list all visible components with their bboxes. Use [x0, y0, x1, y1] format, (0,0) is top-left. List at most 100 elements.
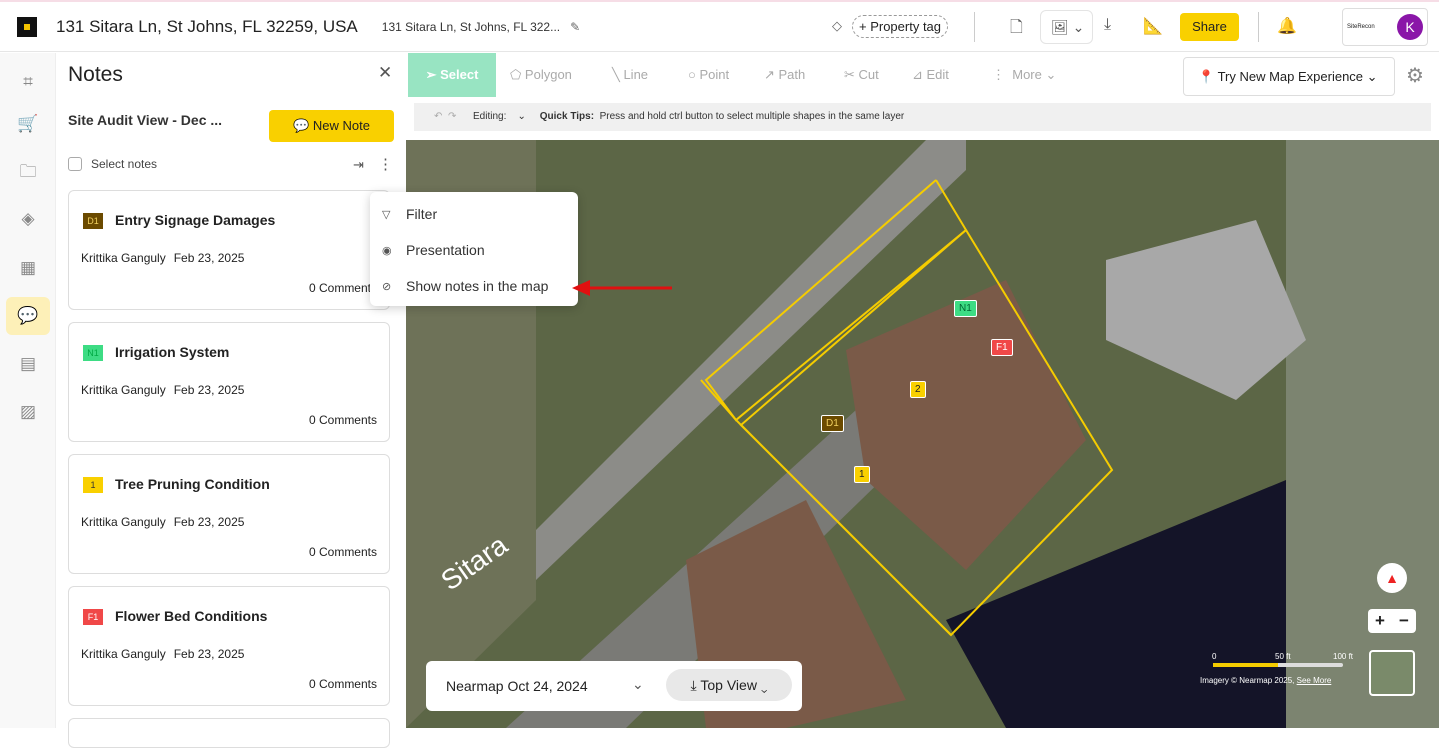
map-marker[interactable]: D1	[821, 415, 844, 432]
notes-icon[interactable]: 💬	[6, 297, 50, 335]
note-title: Entry Signage Damages	[115, 212, 276, 228]
note-card[interactable]: D1 Entry Signage Damages Krittika Gangul…	[68, 190, 390, 310]
editing-dropdown[interactable]: Editing:	[473, 111, 506, 122]
gallery-icon[interactable]: ▨	[6, 393, 50, 431]
brand-logo: SiteRecon	[1347, 24, 1375, 30]
checkbox[interactable]	[68, 157, 82, 171]
more-vertical-icon[interactable]: ⋮	[378, 155, 393, 173]
scale-label: 50 ft	[1275, 652, 1291, 661]
divider	[974, 12, 975, 42]
note-date: Feb 23, 2025	[173, 515, 245, 529]
tool-polygon[interactable]: ⬠ Polygon	[510, 53, 572, 97]
property-tag-button[interactable]: + Property tag	[852, 15, 949, 38]
tool-more[interactable]: ⋮ More ⌄	[992, 53, 1056, 97]
tool-label: Line	[623, 67, 649, 82]
tool-label: Cut	[858, 67, 879, 82]
top-view-button[interactable]: ⤓ Top View ⌄	[666, 669, 792, 701]
note-author: Krittika Ganguly	[81, 251, 166, 265]
note-badge: D1	[83, 213, 103, 229]
document-icon[interactable]: 🗋	[1010, 16, 1023, 43]
zoom-controls: + −	[1368, 609, 1416, 633]
new-note-label: New Note	[312, 118, 370, 133]
tool-label: More	[1012, 67, 1042, 82]
panel-title: Notes	[68, 63, 123, 86]
export-icon[interactable]: ⇥	[353, 157, 364, 173]
map-toolbar: ➢ Select ⬠ Polygon ╲ Line ○ Point ↗ Path…	[406, 53, 1439, 99]
undo-icon[interactable]: ↶	[434, 111, 442, 122]
cart-icon[interactable]: 🛒	[6, 105, 50, 143]
note-comments[interactable]: 0 Comments	[309, 281, 377, 295]
select-notes[interactable]: Select notes	[68, 157, 157, 171]
map-marker[interactable]: N1	[954, 300, 977, 317]
gear-icon[interactable]: ⚙	[1406, 63, 1424, 88]
view-name: Site Audit View - Dec ...	[68, 112, 223, 128]
tool-cut[interactable]: ✂ Cut	[844, 53, 879, 97]
tool-label: Select	[440, 67, 479, 82]
note-card[interactable]	[68, 718, 390, 748]
sidebar-rail: ⌗ 🛒 🗀 ◈ ▦ 💬 ▤ ▨	[0, 53, 56, 728]
view-label: Top View	[700, 677, 757, 693]
note-card[interactable]: F1 Flower Bed Conditions Krittika Gangul…	[68, 586, 390, 706]
calculator-icon[interactable]: ▦	[6, 249, 50, 287]
image-dropdown-button[interactable]: 🖼 ⌄	[1040, 10, 1093, 44]
imagery-date-dropdown[interactable]: Nearmap Oct 24, 2024	[446, 678, 588, 694]
divider	[1258, 12, 1259, 42]
share-button[interactable]: Share	[1180, 13, 1239, 41]
tips-text: Press and hold ctrl button to select mul…	[599, 111, 905, 122]
note-badge: 1	[83, 477, 103, 493]
bell-icon[interactable]: 🔔	[1277, 16, 1297, 36]
report-icon[interactable]: ▤	[6, 345, 50, 383]
note-badge: F1	[83, 609, 103, 625]
tool-point[interactable]: ○ Point	[688, 53, 729, 97]
folder-icon[interactable]: 🗀	[6, 153, 50, 191]
note-title: Tree Pruning Condition	[115, 476, 270, 492]
note-author: Krittika Ganguly	[81, 647, 166, 661]
menu-label: Show notes in the map	[406, 278, 549, 294]
app-logo[interactable]	[17, 16, 37, 37]
chevron-down-icon[interactable]: ⌄	[632, 676, 644, 693]
new-note-button[interactable]: 💬 New Note	[269, 110, 394, 142]
zoom-in-button[interactable]: +	[1375, 609, 1385, 633]
quick-tips-bar: ↶ ↷ Editing: ⌄ Quick Tips: Press and hol…	[414, 103, 1431, 131]
redo-icon[interactable]: ↷	[448, 111, 456, 122]
note-date: Feb 23, 2025	[173, 383, 245, 397]
notes-panel: Notes ✕ Site Audit View - Dec ... 💬 New …	[56, 53, 458, 748]
ruler-icon[interactable]: 📐	[1143, 16, 1163, 36]
account-menu[interactable]: SiteRecon K	[1342, 8, 1428, 46]
zoom-out-button[interactable]: −	[1399, 609, 1409, 633]
menu-label: Presentation	[406, 242, 485, 258]
map-marker[interactable]: 2	[910, 381, 926, 398]
tool-path[interactable]: ↗ Path	[764, 53, 805, 97]
note-comments[interactable]: 0 Comments	[309, 545, 377, 559]
download-icon[interactable]: ⤓	[1104, 16, 1111, 34]
avatar[interactable]: K	[1397, 14, 1423, 40]
map-marker[interactable]: 1	[854, 466, 870, 483]
layers-icon[interactable]: ◈	[6, 200, 50, 238]
note-comments[interactable]: 0 Comments	[309, 677, 377, 691]
note-card[interactable]: 1 Tree Pruning Condition Krittika Gangul…	[68, 454, 390, 574]
tag-icon: ◇	[832, 18, 842, 33]
menu-item-filter[interactable]: ▽ Filter	[370, 196, 578, 232]
menu-item-presentation[interactable]: ◉ Presentation	[370, 232, 578, 268]
tool-label: Point	[699, 67, 730, 82]
try-new-label: Try New Map Experience	[1217, 69, 1364, 84]
tool-select[interactable]: ➢ Select	[408, 53, 496, 97]
edit-pencil-icon[interactable]: ✎	[570, 20, 580, 34]
menu-item-show-notes[interactable]: ⊘ Show notes in the map	[370, 268, 578, 304]
see-more-link[interactable]: See More	[1297, 676, 1332, 685]
tool-edit[interactable]: ⊿ Edit	[912, 53, 949, 97]
tips-label: Quick Tips:	[539, 111, 595, 122]
basemap-thumbnail[interactable]	[1369, 650, 1415, 696]
property-name: 131 Sitara Ln, St Johns, FL 322...	[381, 19, 561, 34]
tool-line[interactable]: ╲ Line	[612, 53, 648, 97]
imagery-date-control: Nearmap Oct 24, 2024 ⌄ ⤓ Top View ⌄	[426, 661, 802, 711]
try-new-map-button[interactable]: 📍 Try New Map Experience ⌄	[1183, 57, 1395, 96]
note-card[interactable]: N1 Irrigation System Krittika Ganguly Feb…	[68, 322, 390, 442]
note-title: Irrigation System	[115, 344, 230, 360]
shapes-icon[interactable]: ⌗	[6, 63, 50, 101]
close-icon[interactable]: ✕	[378, 63, 392, 83]
map-marker[interactable]: F1	[991, 339, 1013, 356]
note-comments[interactable]: 0 Comments	[309, 413, 377, 427]
compass-icon[interactable]: ▲	[1377, 563, 1407, 593]
red-arrow-annotation	[572, 280, 672, 296]
